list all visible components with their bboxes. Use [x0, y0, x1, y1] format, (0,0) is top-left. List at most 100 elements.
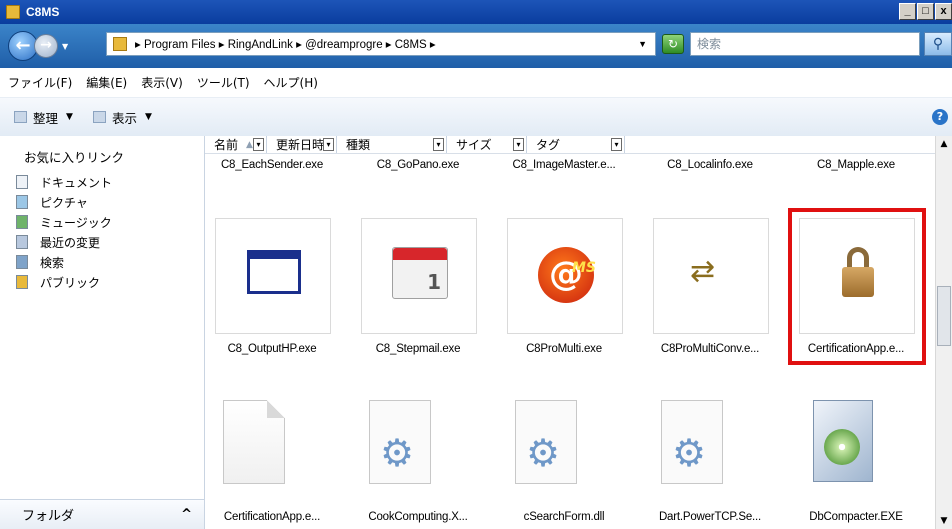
file-item[interactable]: CertificationApp.e...	[783, 343, 929, 355]
column-filter-button[interactable]: ▾	[433, 138, 444, 151]
window-controls: _ □ x	[898, 3, 952, 20]
sort-icon: ▲	[246, 139, 253, 150]
file-item[interactable]: cSearchForm.dll	[491, 511, 637, 523]
file-item[interactable]: C8_ImageMaster.e...	[491, 159, 637, 171]
favorite-label: 検索	[40, 255, 65, 270]
column-label: 種類	[346, 138, 371, 152]
forward-button[interactable]: →	[34, 34, 58, 58]
menu-tools[interactable]: ツール(T)	[197, 74, 250, 91]
column-filter-button[interactable]: ▾	[611, 138, 622, 151]
file-thumbnail[interactable]	[215, 218, 331, 334]
view-button[interactable]: 表示 ▼	[92, 108, 152, 127]
column-label: サイズ	[456, 138, 492, 152]
menu-help[interactable]: ヘルプ(H)	[264, 74, 318, 91]
file-item[interactable]: Dart.PowerTCP.Se...	[637, 511, 783, 523]
maximize-button[interactable]: □	[917, 3, 934, 20]
favorite-label: パブリック	[40, 275, 101, 290]
file-item[interactable]: C8_Mapple.exe	[783, 159, 929, 171]
file-thumbnail[interactable]: 1	[361, 218, 477, 334]
favorite-label: ミュージック	[40, 215, 112, 230]
command-toolbar: 整理 ▼ 表示 ▼ ?	[0, 98, 952, 136]
blank-document-icon	[223, 400, 285, 484]
column-size[interactable]: サイズ ▾	[447, 136, 527, 153]
gear-document-icon: ⚙	[515, 400, 577, 484]
selection-highlight	[788, 208, 926, 365]
chevron-down-icon: ▼	[66, 112, 73, 122]
help-icon[interactable]: ?	[932, 109, 948, 125]
menu-view[interactable]: 表示(V)	[141, 74, 183, 91]
file-item[interactable]: CertificationApp.e...	[205, 511, 345, 523]
address-path[interactable]: ▸ Program Files ▸ RingAndLink ▸ @dreampr…	[106, 32, 656, 56]
organize-label: 整理	[33, 110, 59, 126]
file-view: C8_EachSender.exe C8_GoPano.exe C8_Image…	[205, 154, 935, 529]
public-folder-icon	[16, 275, 28, 289]
convert-icon: ⇄	[690, 254, 716, 289]
column-label: タグ	[536, 138, 561, 152]
gear-document-icon: ⚙	[369, 400, 431, 484]
file-name: C8_Mapple.exe	[817, 159, 895, 171]
file-thumbnail[interactable]: @ MS	[507, 218, 623, 334]
chevron-down-icon[interactable]: ▼	[638, 39, 647, 49]
vertical-scrollbar[interactable]: ▲ ▼	[935, 136, 952, 529]
address-bar: ← → ▼ ▸ Program Files ▸ RingAndLink ▸ @d…	[0, 24, 952, 68]
navigation-pane: お気に入りリンク ドキュメント ピクチャ ミュージック 最近の変更 検索 パブリ…	[0, 136, 205, 529]
file-item[interactable]: C8_Stepmail.exe	[345, 343, 491, 355]
gear-document-icon: ⚙	[661, 400, 723, 484]
favorites-list: ドキュメント ピクチャ ミュージック 最近の変更 検索 パブリック	[16, 172, 112, 292]
close-button[interactable]: x	[935, 3, 952, 20]
file-item[interactable]: CookComputing.X...	[345, 511, 491, 523]
organize-button[interactable]: 整理 ▼	[14, 108, 73, 127]
column-tags[interactable]: タグ ▾	[527, 136, 625, 153]
file-name: C8_Stepmail.exe	[375, 343, 461, 355]
favorite-documents[interactable]: ドキュメント	[16, 172, 112, 192]
column-filter-button[interactable]: ▾	[513, 138, 524, 151]
column-filter-button[interactable]: ▾	[323, 138, 334, 151]
file-item[interactable]: C8ProMultiConv.e...	[637, 343, 783, 355]
minimize-button[interactable]: _	[899, 3, 916, 20]
calendar-icon: 1	[392, 247, 448, 299]
column-modified[interactable]: 更新日時 ▾	[267, 136, 337, 153]
file-item[interactable]	[205, 400, 345, 500]
file-item[interactable]: DbCompacter.EXE	[783, 511, 929, 523]
column-name[interactable]: 名前 ▲ ▾	[205, 136, 267, 153]
search-icon[interactable]: ⚲	[924, 32, 952, 56]
favorite-label: ピクチャ	[40, 195, 88, 210]
pictures-icon	[16, 195, 28, 209]
refresh-icon[interactable]: ↻	[662, 34, 684, 54]
scrollbar-thumb[interactable]	[937, 286, 951, 346]
file-name: C8_Localinfo.exe	[667, 159, 753, 171]
file-thumbnail[interactable]: ⇄	[653, 218, 769, 334]
scroll-down-icon[interactable]: ▼	[936, 513, 952, 529]
file-item[interactable]: C8_Localinfo.exe	[637, 159, 783, 171]
column-label: 更新日時	[276, 138, 325, 152]
breadcrumb[interactable]: ▸ Program Files ▸ RingAndLink ▸ @dreampr…	[135, 37, 436, 51]
file-name: C8_ImageMaster.e...	[512, 159, 616, 171]
application-window-icon	[247, 250, 301, 294]
favorite-music[interactable]: ミュージック	[16, 212, 112, 232]
history-dropdown-icon[interactable]: ▼	[62, 42, 68, 51]
folder-icon	[113, 37, 127, 51]
file-item[interactable]: ⚙	[637, 400, 783, 500]
file-name: C8_EachSender.exe	[220, 159, 324, 171]
favorite-pictures[interactable]: ピクチャ	[16, 192, 112, 212]
scroll-up-icon[interactable]: ▲	[936, 136, 952, 152]
favorites-title: お気に入りリンク	[24, 150, 125, 165]
file-item[interactable]	[783, 400, 929, 500]
file-item[interactable]: ⚙	[345, 400, 491, 500]
column-filter-button[interactable]: ▾	[253, 138, 264, 151]
favorite-public[interactable]: パブリック	[16, 272, 112, 292]
file-name: C8_GoPano.exe	[376, 159, 460, 171]
file-item[interactable]: C8_EachSender.exe	[205, 159, 345, 171]
search-input[interactable]: 検索	[690, 32, 920, 56]
file-item[interactable]: C8_GoPano.exe	[345, 159, 491, 171]
favorite-recent[interactable]: 最近の変更	[16, 232, 112, 252]
favorite-search[interactable]: 検索	[16, 252, 112, 272]
file-item[interactable]: ⚙	[491, 400, 637, 500]
folders-toggle[interactable]: フォルダ ^	[0, 499, 204, 529]
column-type[interactable]: 種類 ▾	[337, 136, 447, 153]
file-item[interactable]: C8_OutputHP.exe	[205, 343, 345, 355]
search-icon	[16, 255, 28, 269]
menu-file[interactable]: ファイル(F)	[8, 74, 72, 91]
file-item[interactable]: C8ProMulti.exe	[491, 343, 637, 355]
menu-edit[interactable]: 編集(E)	[86, 74, 127, 91]
